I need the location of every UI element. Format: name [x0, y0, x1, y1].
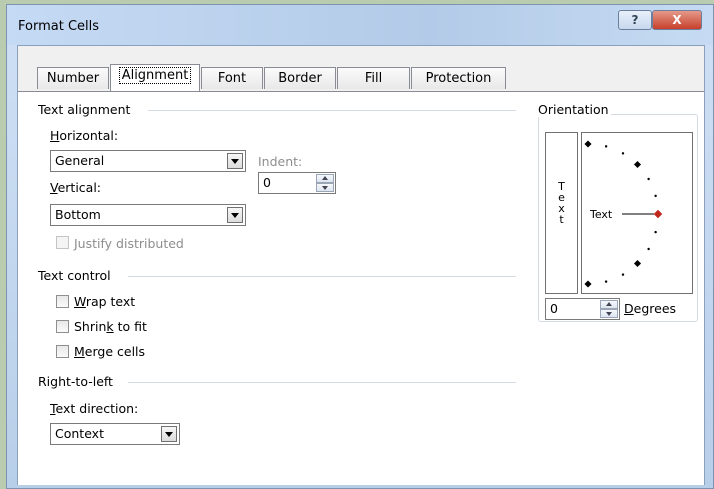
shrink-to-fit-label: Shrink to fit: [74, 319, 147, 334]
tab-alignment[interactable]: Alignment: [110, 64, 200, 92]
tab-protection-label: Protection: [425, 71, 492, 86]
dial-dot[interactable]: [654, 194, 657, 198]
horizontal-select[interactable]: General: [50, 150, 246, 172]
vertical-letter: t: [559, 213, 564, 226]
vertical-label: Vertical:: [50, 180, 101, 195]
degrees-label: Degrees: [624, 301, 676, 316]
tab-font-label: Font: [217, 71, 247, 86]
shrink-accesskey: k: [106, 319, 114, 334]
horizontal-label-text: orizontal:: [59, 128, 119, 143]
dropdown-arrow-icon[interactable]: [161, 426, 177, 442]
text-alignment-heading: Text alignment: [38, 102, 131, 117]
text-direction-label: Text direction:: [50, 401, 138, 416]
vertical-label-text: ertical:: [57, 180, 102, 195]
horizontal-label-accesskey: H: [50, 128, 60, 143]
alignment-pane: Text alignment Horizontal: General Inden…: [18, 92, 704, 485]
dial-dot[interactable]: [604, 145, 608, 148]
vertical-text-button[interactable]: T e x t: [545, 132, 578, 294]
degrees-value: 0: [550, 301, 558, 316]
format-cells-dialog: Format Cells ? X Number Alignment Font B…: [6, 4, 714, 489]
tab-strip: Number Alignment Font Border Fill Protec…: [18, 46, 704, 92]
spin-down-icon[interactable]: [600, 309, 618, 318]
vertical-select[interactable]: Bottom: [50, 204, 246, 226]
wrap-text-checkbox[interactable]: [56, 295, 69, 308]
justify-distributed-checkbox[interactable]: [56, 236, 69, 249]
tab-alignment-label: Alignment: [118, 67, 192, 84]
horizontal-select-value: General: [55, 153, 105, 168]
dial-dot[interactable]: [654, 230, 657, 234]
wrap-text-label: Wrap text: [74, 294, 135, 309]
tab-fill[interactable]: Fill: [337, 67, 410, 89]
dropdown-arrow-icon[interactable]: [227, 153, 243, 169]
indent-spinner[interactable]: 0: [258, 172, 336, 194]
indent-spin-buttons: [316, 174, 334, 192]
tab-protection[interactable]: Protection: [411, 67, 506, 89]
vertical-label-accesskey: V: [50, 180, 58, 195]
wrap-text-accesskey: W: [74, 294, 86, 309]
shrink-to-fit-checkbox[interactable]: [56, 320, 69, 333]
close-button[interactable]: X: [652, 10, 702, 30]
dial-dot[interactable]: [633, 259, 642, 268]
dialog-body: Number Alignment Font Border Fill Protec…: [17, 45, 705, 485]
degrees-text: egrees: [633, 301, 677, 316]
indent-label: Indent:: [258, 154, 303, 169]
tab-number-label: Number: [46, 71, 100, 86]
shrink-text-pre: Shrin: [74, 319, 107, 334]
orientation-heading: Orientation: [536, 102, 611, 117]
title-bar[interactable]: Format Cells ? X: [7, 5, 713, 45]
dial-dot[interactable]: [647, 177, 650, 181]
text-direction-text: ext direction:: [55, 401, 139, 416]
dial-dot[interactable]: [584, 280, 592, 288]
merge-text: erge cells: [84, 344, 146, 359]
dial-dot[interactable]: [621, 152, 625, 155]
help-icon: ?: [631, 13, 639, 27]
text-alignment-divider: [148, 110, 516, 111]
spin-up-icon[interactable]: [316, 174, 334, 183]
tab-font[interactable]: Font: [201, 67, 263, 89]
merge-accesskey: M: [74, 344, 85, 359]
help-button[interactable]: ?: [618, 10, 652, 30]
dial-text-label: Text: [589, 208, 613, 221]
vertical-select-value: Bottom: [55, 207, 101, 222]
degrees-accesskey: D: [624, 301, 634, 316]
text-control-divider: [128, 276, 516, 277]
dial-dot[interactable]: [633, 160, 642, 169]
horizontal-label: Horizontal:: [50, 128, 118, 143]
wrap-text-text: rap text: [85, 294, 136, 309]
degrees-spinner[interactable]: 0: [545, 298, 620, 320]
dialog-title: Format Cells: [18, 19, 100, 34]
close-icon: X: [672, 13, 682, 27]
shrink-text-post: to fit: [113, 319, 147, 334]
orientation-dial[interactable]: Text: [581, 132, 693, 294]
indent-value: 0: [263, 175, 271, 190]
justify-distributed-label: Justify distributed: [74, 236, 184, 251]
text-direction-value: Context: [55, 426, 104, 441]
dial-dot[interactable]: [621, 273, 625, 276]
tab-number[interactable]: Number: [37, 67, 109, 89]
text-control-heading: Text control: [38, 268, 111, 283]
dial-angle-indicator[interactable]: [653, 209, 663, 219]
text-direction-select[interactable]: Context: [50, 423, 180, 445]
orientation-dial-graphic: Text: [584, 140, 663, 288]
dropdown-arrow-icon[interactable]: [227, 207, 243, 223]
merge-cells-label: Merge cells: [74, 344, 145, 359]
degrees-spin-buttons: [600, 300, 618, 318]
merge-cells-checkbox[interactable]: [56, 345, 69, 358]
tab-fill-label: Fill: [364, 71, 383, 86]
tab-border-label: Border: [278, 71, 322, 86]
right-to-left-heading: Right-to-left: [38, 374, 113, 389]
spin-up-icon[interactable]: [600, 300, 618, 309]
tab-border[interactable]: Border: [264, 67, 336, 89]
dial-dot[interactable]: [647, 247, 650, 251]
spin-down-icon[interactable]: [316, 183, 334, 192]
dial-dot[interactable]: [604, 280, 608, 283]
right-to-left-divider: [128, 382, 516, 383]
dial-dot[interactable]: [584, 140, 592, 148]
